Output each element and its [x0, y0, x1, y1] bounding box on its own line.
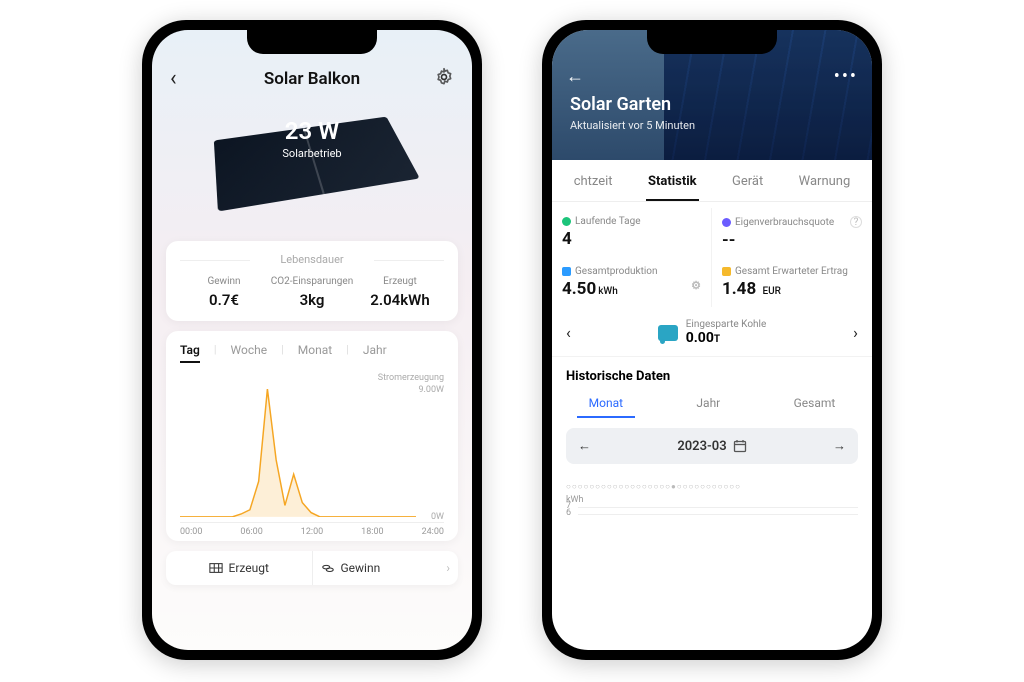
lifetime-produced: Erzeugt 2.04kWh: [356, 276, 444, 309]
historical-data-title: Historische Daten: [552, 357, 872, 390]
lifetime-produced-value: 2.04kWh: [356, 291, 444, 309]
power-chart: Stromerzeugung 9.00W 0W: [180, 373, 444, 523]
next-savings-icon[interactable]: ›: [853, 323, 858, 342]
calendar-icon[interactable]: [733, 439, 747, 453]
date-prev-icon[interactable]: ←: [578, 438, 591, 454]
back-icon[interactable]: ‹: [170, 66, 190, 91]
chart-x-ticks: 00:00 06:00 12:00 18:00 24:00: [180, 527, 444, 537]
coins-icon: [321, 562, 335, 574]
history-tab-total[interactable]: Gesamt: [782, 390, 848, 418]
layers-icon: [562, 267, 571, 276]
lifetime-profit: Gewinn 0.7€: [180, 276, 268, 309]
hero: ← ••• Solar Garten Aktualisiert vor 5 Mi…: [552, 30, 872, 160]
history-tab-year[interactable]: Jahr: [684, 390, 732, 418]
lifetime-co2-value: 3kg: [268, 291, 356, 309]
history-tab-month[interactable]: Monat: [577, 390, 635, 418]
date-next-icon[interactable]: →: [833, 438, 846, 454]
chevron-right-icon: ›: [446, 561, 450, 575]
tab-year[interactable]: Jahr: [363, 343, 387, 363]
bottom-tab-produced[interactable]: Erzeugt: [166, 551, 313, 585]
updated-subtitle: Aktualisiert vor 5 Minuten: [570, 119, 854, 132]
date-navigator: ← 2023-03 →: [566, 428, 858, 464]
clock-icon: [562, 217, 571, 226]
phone-left: ‹ Solar Balkon 23 W Solarbetrieb Lebensd…: [142, 20, 482, 660]
lifetime-co2: CO2-Einsparungen 3kg: [268, 276, 356, 309]
back-icon[interactable]: ←: [566, 66, 584, 87]
tab-week[interactable]: Woche: [231, 343, 268, 363]
hist-y-unit: kWh: [566, 495, 858, 505]
history-legend-dots: ○○○○○○○○○○○○○○○○○○●○○○○○○○○○○○: [566, 482, 858, 491]
page-title: Solar Balkon: [264, 69, 360, 89]
tab-device[interactable]: Gerät: [730, 174, 765, 201]
tab-warning[interactable]: Warnung: [797, 174, 853, 201]
stats-grid: Laufende Tage 4 Eigenverbrauchsquote? --…: [552, 202, 872, 313]
stat-total-production: Gesamtproduktion 4.50kWh ⚙: [552, 258, 712, 307]
lifetime-co2-label: CO2-Einsparungen: [268, 276, 356, 287]
screen-solar-garten: ← ••• Solar Garten Aktualisiert vor 5 Mi…: [552, 30, 872, 650]
tab-month[interactable]: Monat: [298, 343, 332, 363]
coal-saved-label: Eingesparte Kohle: [686, 319, 767, 330]
stat-expected-yield: Gesamt Erwarteter Ertrag 1.48 EUR: [712, 258, 872, 307]
solar-panel-visual: 23 W Solarbetrieb: [166, 101, 458, 231]
chart-y-min: 0W: [431, 512, 444, 522]
current-power-display: 23 W Solarbetrieb: [166, 117, 458, 160]
history-period-tabs: Monat Jahr Gesamt: [552, 390, 872, 418]
phone-right: ← ••• Solar Garten Aktualisiert vor 5 Mi…: [542, 20, 882, 660]
chart-y-max: 9.00W: [418, 385, 444, 395]
stack-icon: [722, 267, 731, 276]
stat-self-consumption: Eigenverbrauchsquote? --: [712, 208, 872, 258]
chart-svg: [180, 389, 416, 517]
lifetime-profit-value: 0.7€: [180, 291, 268, 309]
bottom-tab-profit[interactable]: Gewinn ›: [313, 551, 459, 585]
plant-title: Solar Garten: [570, 94, 854, 115]
lifetime-header: Lebensdauer: [180, 253, 444, 266]
grid-icon: [209, 562, 223, 574]
header: ‹ Solar Balkon: [152, 60, 472, 101]
current-power-value: 23 W: [166, 117, 458, 145]
screen-solar-balkon: ‹ Solar Balkon 23 W Solarbetrieb Lebensd…: [152, 30, 472, 650]
coal-saved-row: ‹ Eingesparte Kohle 0.00T ›: [552, 313, 872, 357]
prev-savings-icon[interactable]: ‹: [566, 323, 571, 342]
gear-icon: [434, 67, 454, 87]
settings-button[interactable]: [434, 67, 454, 91]
more-icon[interactable]: •••: [834, 66, 858, 87]
period-tabs: Tag | Woche | Monat | Jahr: [180, 343, 444, 363]
coal-cart-icon: [658, 325, 678, 341]
operation-mode: Solarbetrieb: [166, 147, 458, 160]
chart-y-label: Stromerzeugung: [378, 373, 444, 383]
settings-small-icon[interactable]: ⚙: [691, 279, 701, 292]
lifetime-produced-label: Erzeugt: [356, 276, 444, 287]
info-icon[interactable]: ?: [850, 216, 862, 228]
history-chart: ○○○○○○○○○○○○○○○○○○●○○○○○○○○○○○ kWh 7 6: [552, 474, 872, 523]
stat-running-days: Laufende Tage 4: [552, 208, 712, 258]
lifetime-card: Lebensdauer Gewinn 0.7€ CO2-Einsparungen…: [166, 241, 458, 321]
pie-icon: [722, 218, 731, 227]
chart-card: Tag | Woche | Monat | Jahr Stromerzeugun…: [166, 331, 458, 541]
date-value[interactable]: 2023-03: [677, 439, 726, 454]
bottom-metric-tabs: Erzeugt Gewinn ›: [166, 551, 458, 585]
tab-realtime[interactable]: chtzeit: [572, 174, 615, 201]
tab-day[interactable]: Tag: [180, 343, 200, 363]
tab-statistic[interactable]: Statistik: [646, 174, 699, 201]
lifetime-profit-label: Gewinn: [180, 276, 268, 287]
main-tabs: chtzeit Statistik Gerät Warnung: [552, 160, 872, 202]
